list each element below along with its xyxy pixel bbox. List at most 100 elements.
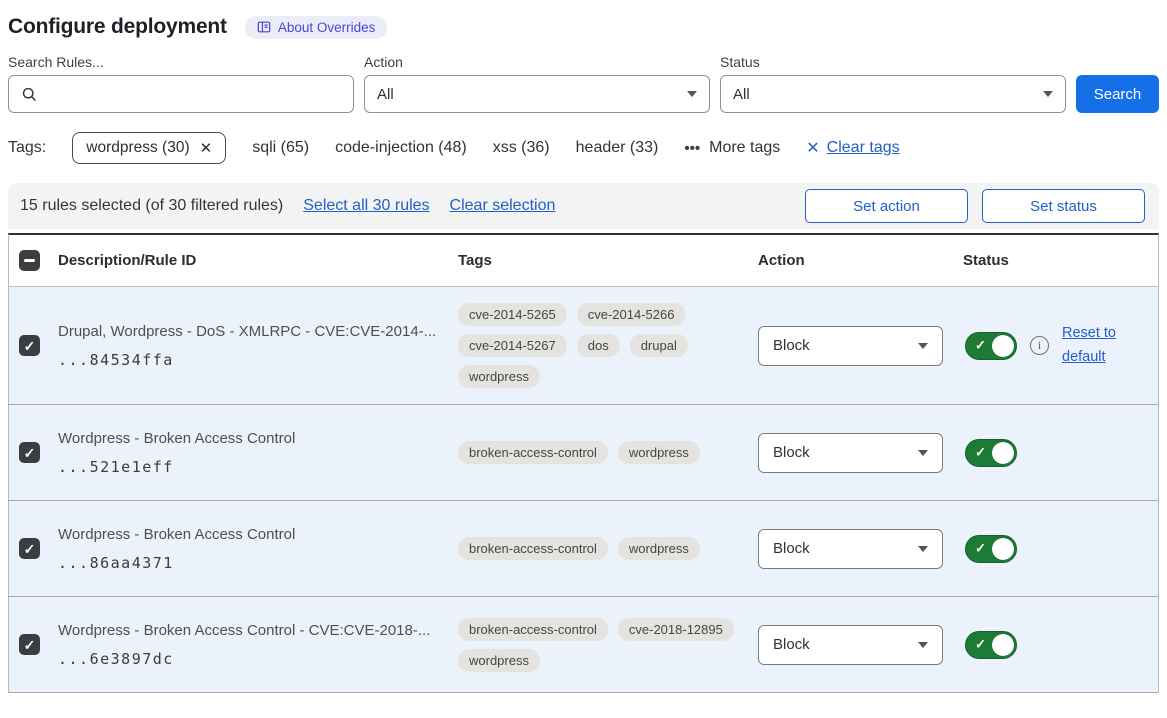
more-tags-button[interactable]: ••• More tags — [684, 139, 780, 157]
tag-option-sqli[interactable]: sqli (65) — [252, 139, 309, 157]
row-action-cell: Block — [758, 433, 963, 473]
page-title: Configure deployment — [8, 15, 227, 39]
row-checkbox[interactable] — [19, 442, 40, 463]
row-checkbox-cell — [9, 634, 58, 655]
clear-tags-x-icon: ✕ — [806, 138, 819, 158]
action-select[interactable]: Block — [758, 529, 943, 569]
ellipsis-icon: ••• — [684, 140, 700, 157]
row-action-cell: Block — [758, 625, 963, 665]
filters-row: Search Rules... Action All Status All — [8, 54, 1159, 113]
search-input[interactable] — [8, 75, 354, 113]
column-description: Description/Rule ID — [58, 252, 458, 269]
row-rule-id: ...86aa4371 — [58, 554, 438, 572]
tag-chip: wordpress — [618, 537, 700, 560]
about-overrides-label: About Overrides — [278, 20, 376, 35]
action-select-value: Block — [773, 540, 810, 557]
row-description-cell: Wordpress - Broken Access Control ...86a… — [58, 526, 458, 572]
search-icon — [21, 86, 38, 103]
tag-chip: wordpress — [458, 365, 540, 388]
toggle-knob — [992, 538, 1014, 560]
row-status-cell: ✓ — [963, 631, 1158, 659]
toggle-check-icon: ✓ — [975, 636, 986, 652]
row-status-cell: ✓ — [963, 535, 1158, 563]
status-toggle[interactable]: ✓ — [965, 631, 1017, 659]
row-action-cell: Block — [758, 326, 963, 366]
toggle-knob — [992, 335, 1014, 357]
status-toggle[interactable]: ✓ — [965, 439, 1017, 467]
select-all-rules-link[interactable]: Select all 30 rules — [303, 197, 429, 215]
search-rules-label: Search Rules... — [8, 54, 354, 70]
status-filter-group: Status All — [720, 54, 1066, 113]
tag-chip: broken-access-control — [458, 537, 608, 560]
search-button[interactable]: Search — [1076, 75, 1159, 113]
chevron-down-icon — [918, 546, 928, 552]
action-select[interactable]: Block — [758, 625, 943, 665]
clear-tags-label: Clear tags — [827, 139, 900, 157]
info-icon[interactable]: i — [1030, 336, 1049, 355]
selection-bar: 15 rules selected (of 30 filtered rules)… — [8, 183, 1159, 229]
tag-chip: cve-2014-5266 — [577, 303, 686, 326]
row-checkbox[interactable] — [19, 634, 40, 655]
tag-chip: cve-2014-5267 — [458, 334, 567, 357]
row-checkbox-cell — [9, 442, 58, 463]
tags-label: Tags: — [8, 139, 46, 157]
action-select[interactable]: Block — [758, 326, 943, 366]
more-tags-label: More tags — [709, 139, 780, 157]
tag-option-code-injection[interactable]: code-injection (48) — [335, 139, 467, 157]
status-filter-value: All — [733, 86, 750, 103]
row-checkbox[interactable] — [19, 335, 40, 356]
status-toggle[interactable]: ✓ — [965, 535, 1017, 563]
tag-chip: broken-access-control — [458, 618, 608, 641]
action-filter-value: All — [377, 86, 394, 103]
status-toggle[interactable]: ✓ — [965, 332, 1017, 360]
column-action: Action — [758, 252, 963, 269]
chevron-down-icon — [918, 343, 928, 349]
row-tags: broken-access-control cve-2018-12895 wordp… — [458, 618, 743, 672]
row-checkbox[interactable] — [19, 538, 40, 559]
table-row: Drupal, Wordpress - DoS - XMLRPC - CVE:C… — [9, 287, 1158, 405]
selected-tag-label: wordpress (30) — [86, 139, 189, 157]
table-row: Wordpress - Broken Access Control ...86a… — [9, 501, 1158, 597]
status-filter-select[interactable]: All — [720, 75, 1066, 113]
search-field-group: Search Rules... — [8, 54, 354, 113]
row-description: Wordpress - Broken Access Control — [58, 430, 438, 447]
table-header-row: Description/Rule ID Tags Action Status — [9, 235, 1158, 287]
toggle-check-icon: ✓ — [975, 444, 986, 460]
set-action-button[interactable]: Set action — [805, 189, 968, 223]
column-status: Status — [963, 252, 1158, 269]
tag-chip: broken-access-control — [458, 441, 608, 464]
chevron-down-icon — [918, 450, 928, 456]
header-checkbox-cell — [9, 250, 58, 271]
toggle-check-icon: ✓ — [975, 337, 986, 353]
set-status-button[interactable]: Set status — [982, 189, 1145, 223]
tag-chip: wordpress — [458, 649, 540, 672]
row-description: Drupal, Wordpress - DoS - XMLRPC - CVE:C… — [58, 323, 438, 340]
selected-tag-wordpress[interactable]: wordpress (30) ✕ — [72, 132, 226, 164]
table-row: Wordpress - Broken Access Control - CVE:… — [9, 597, 1158, 693]
clear-tags-link[interactable]: ✕ Clear tags — [806, 138, 899, 158]
reset-to-default-link[interactable]: Reset to default — [1062, 322, 1126, 368]
row-tags: broken-access-controlwordpress — [458, 441, 743, 464]
remove-tag-icon[interactable]: ✕ — [200, 139, 213, 157]
row-checkbox-cell — [9, 335, 58, 356]
row-action-cell: Block — [758, 529, 963, 569]
chevron-down-icon — [687, 91, 697, 97]
action-filter-group: Action All — [364, 54, 710, 113]
tag-option-xss[interactable]: xss (36) — [493, 139, 550, 157]
column-tags: Tags — [458, 252, 758, 269]
tag-chip: cve-2018-12895 — [618, 618, 734, 641]
action-filter-select[interactable]: All — [364, 75, 710, 113]
tag-option-header[interactable]: header (33) — [576, 139, 659, 157]
status-filter-label: Status — [720, 54, 1066, 70]
book-icon — [257, 20, 271, 34]
tag-chip: drupal — [630, 334, 688, 357]
row-rule-id: ...84534ffa — [58, 351, 438, 369]
row-status-cell: ✓ — [963, 439, 1158, 467]
select-all-checkbox[interactable] — [19, 250, 40, 271]
clear-selection-link[interactable]: Clear selection — [450, 197, 556, 215]
row-description: Wordpress - Broken Access Control — [58, 526, 438, 543]
chevron-down-icon — [918, 642, 928, 648]
about-overrides-badge[interactable]: About Overrides — [245, 16, 388, 39]
toggle-knob — [992, 634, 1014, 656]
action-select[interactable]: Block — [758, 433, 943, 473]
